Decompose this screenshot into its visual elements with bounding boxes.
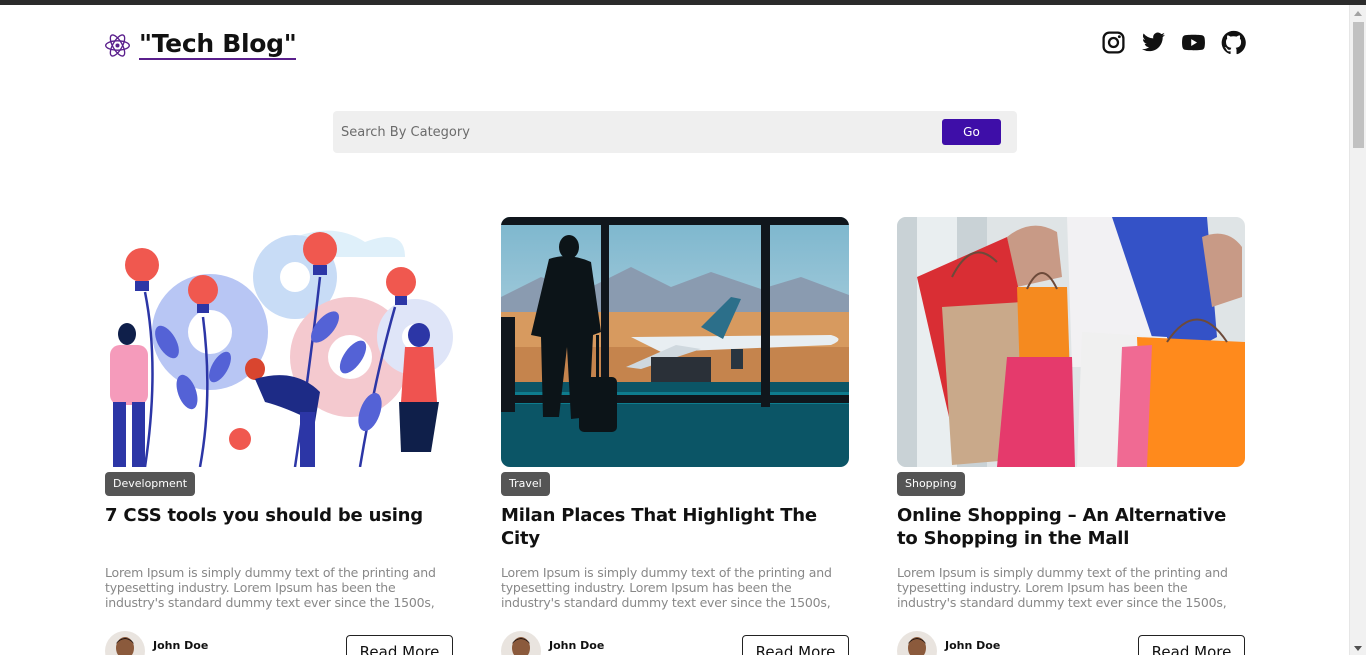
post-title[interactable]: Milan Places That Highlight The City: [501, 504, 849, 550]
search-bar: Go: [333, 111, 1017, 153]
post-card: Development 7 CSS tools you should be us…: [105, 217, 453, 655]
category-badge[interactable]: Development: [105, 472, 196, 496]
post-card: Shopping Online Shopping – An Alternativ…: [897, 217, 1245, 655]
author-name: John Doe: [945, 638, 1001, 652]
scrollbar-thumb[interactable]: [1353, 22, 1364, 148]
github-icon[interactable]: [1221, 30, 1246, 55]
site-title: "Tech Blog": [139, 29, 297, 60]
post-excerpt: Lorem Ipsum is simply dummy text of the …: [897, 565, 1228, 612]
go-button[interactable]: Go: [942, 119, 1001, 145]
post-card: Travel Milan Places That Highlight The C…: [501, 217, 849, 655]
read-more-button[interactable]: Read More: [742, 635, 849, 655]
youtube-icon[interactable]: [1181, 30, 1206, 55]
twitter-icon[interactable]: [1141, 30, 1166, 55]
post-excerpt: Lorem Ipsum is simply dummy text of the …: [501, 565, 832, 612]
window-top-border: [0, 0, 1366, 5]
avatar: [501, 631, 541, 655]
post-image-travel[interactable]: [501, 217, 849, 467]
post-image-shopping[interactable]: [897, 217, 1245, 467]
author-name: John Doe: [153, 638, 209, 652]
avatar: [897, 631, 937, 655]
page-scrollbar[interactable]: [1349, 5, 1366, 655]
scroll-up-arrow-icon[interactable]: [1354, 11, 1362, 16]
atom-icon: [105, 33, 130, 57]
avatar: [105, 631, 145, 655]
category-badge[interactable]: Shopping: [897, 472, 965, 496]
scroll-down-arrow-icon[interactable]: [1354, 646, 1362, 651]
post-title[interactable]: 7 CSS tools you should be using: [105, 504, 453, 527]
instagram-icon[interactable]: [1101, 30, 1126, 55]
post-image-development[interactable]: [105, 217, 453, 467]
category-badge[interactable]: Travel: [501, 472, 550, 496]
post-author: John Doe: [897, 631, 1000, 655]
read-more-button[interactable]: Read More: [346, 635, 453, 655]
read-more-button[interactable]: Read More: [1138, 635, 1245, 655]
author-name: John Doe: [549, 638, 605, 652]
post-author: John Doe: [501, 631, 604, 655]
social-links: [1101, 30, 1246, 55]
post-excerpt: Lorem Ipsum is simply dummy text of the …: [105, 565, 436, 612]
search-input[interactable]: [341, 121, 901, 143]
site-logo[interactable]: "Tech Blog": [104, 29, 297, 60]
post-author: John Doe: [105, 631, 208, 655]
post-title[interactable]: Online Shopping – An Alternative to Shop…: [897, 504, 1245, 550]
